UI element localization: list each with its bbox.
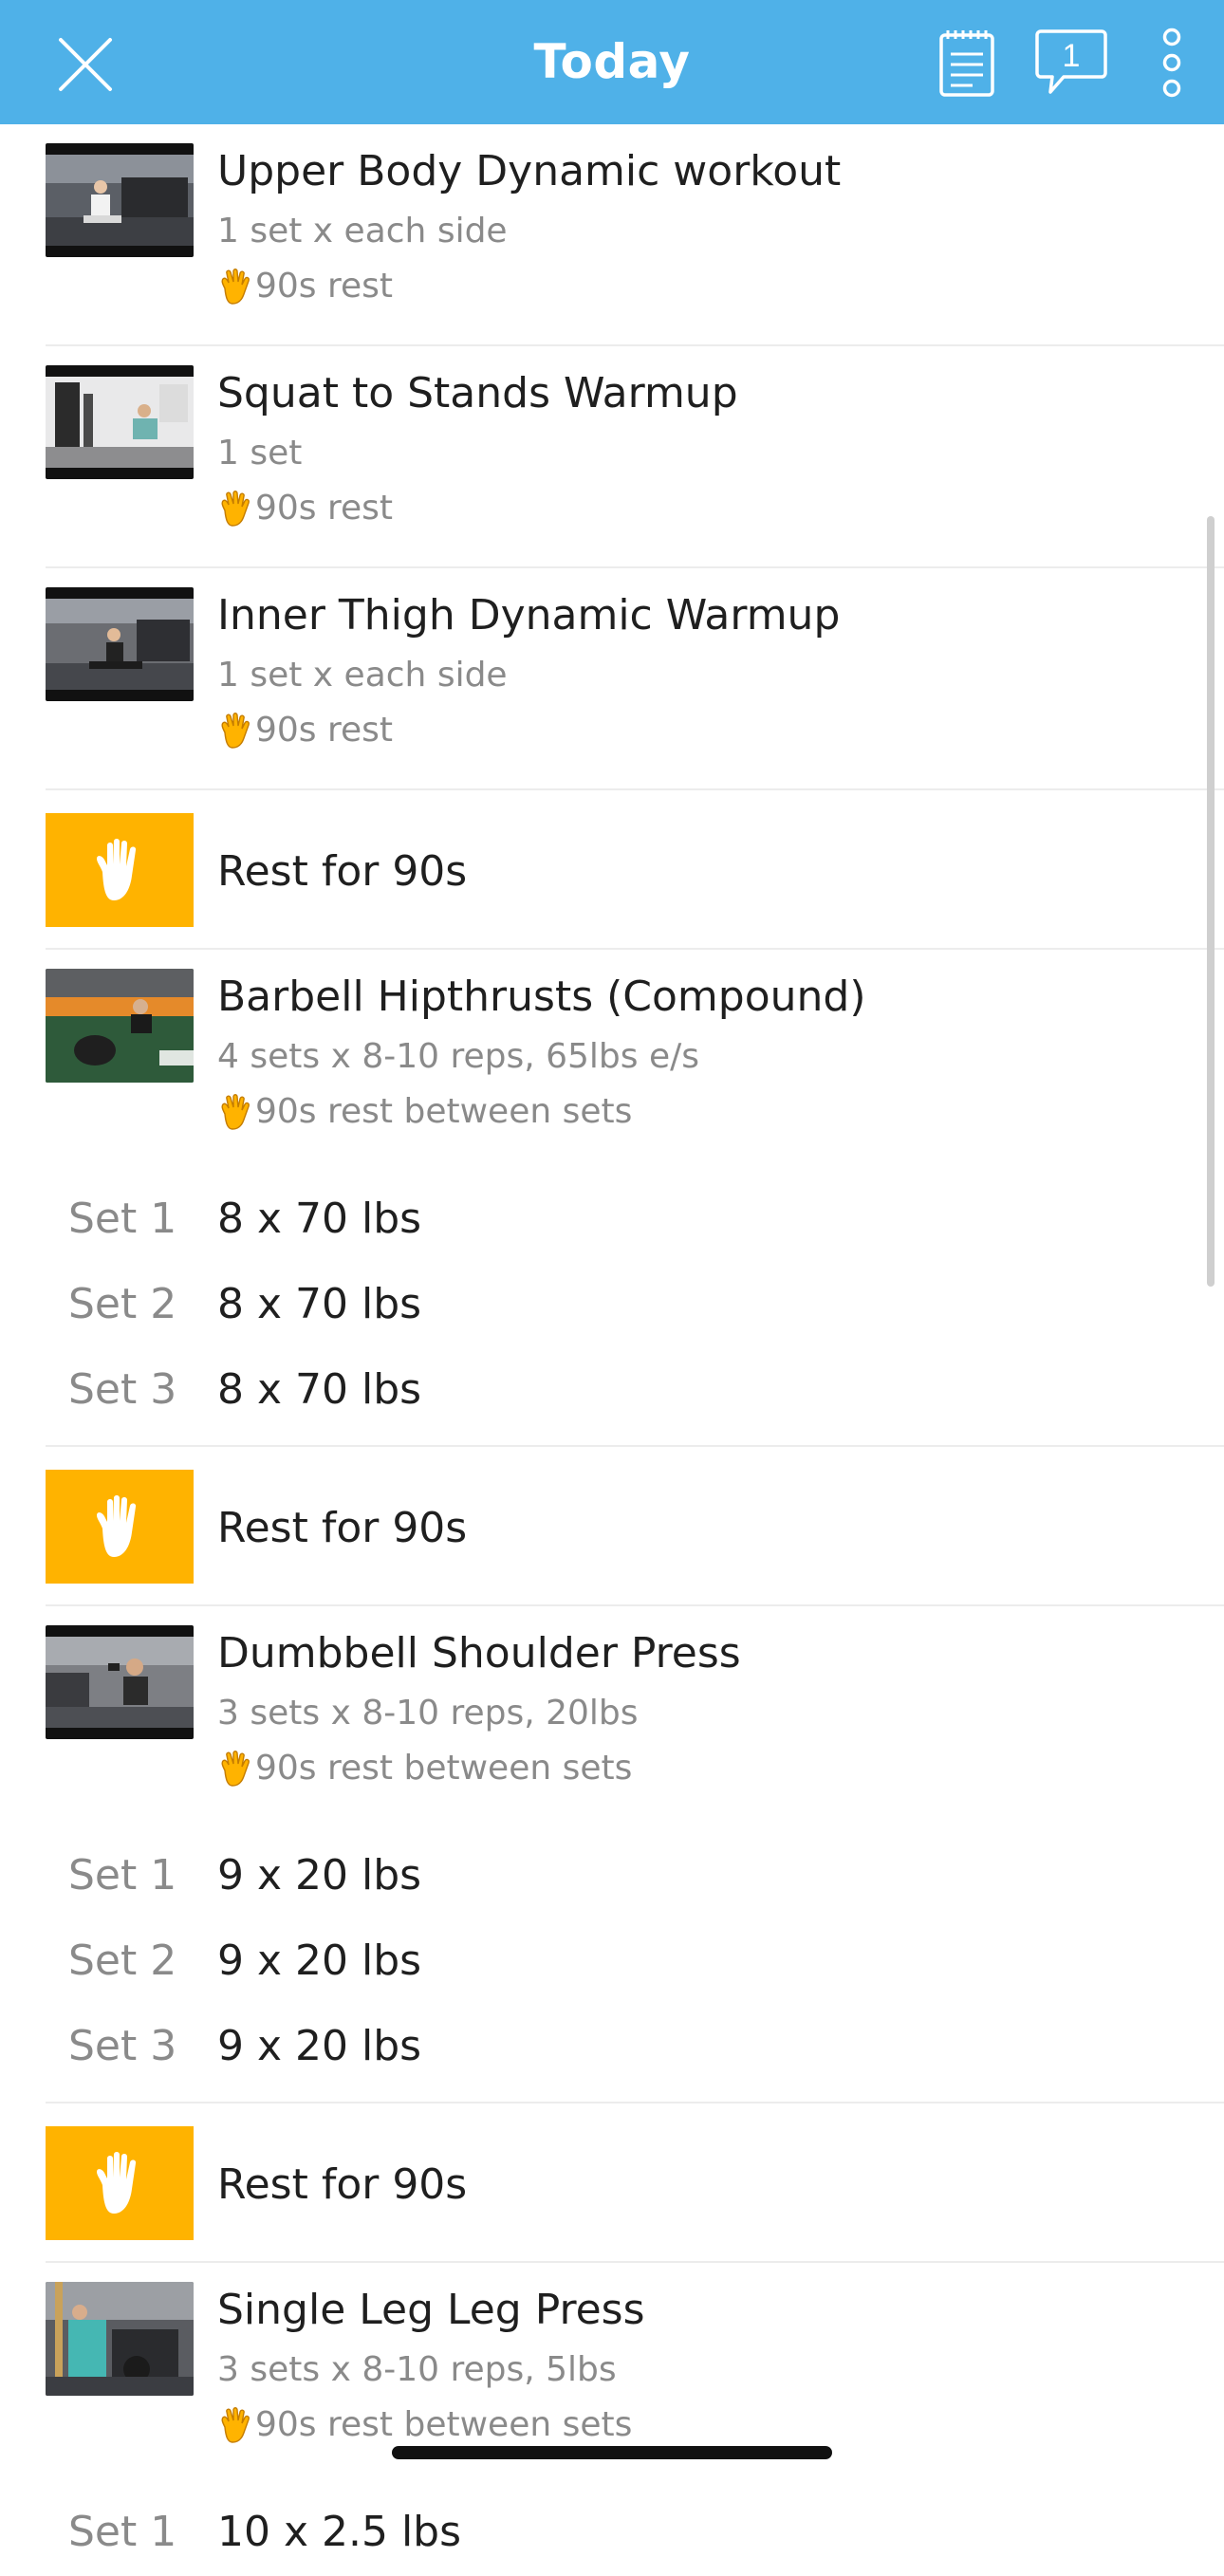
exercise-item[interactable]: Barbell Hipthrusts (Compound) 4 sets x 8… — [0, 950, 1224, 1177]
waving-hand-icon — [221, 268, 250, 305]
exercise-thumbnail[interactable] — [46, 1625, 194, 1739]
exercise-detail: 4 sets x 8-10 reps, 65lbs e/s — [217, 1037, 700, 1076]
set-value: 8 x 70 lbs — [217, 1195, 422, 1243]
set-row[interactable]: Set 1 8 x 70 lbs — [0, 1177, 1224, 1263]
exercise-rest-text: 90s rest — [255, 711, 394, 750]
rest-tile — [46, 2126, 194, 2240]
set-value: 8 x 70 lbs — [217, 1365, 422, 1414]
exercise-thumbnail[interactable] — [46, 2282, 194, 2396]
rest-item[interactable]: Rest for 90s — [0, 2103, 1224, 2263]
exercise-rest-text: 90s rest — [255, 267, 394, 306]
rest-item[interactable]: Rest for 90s — [0, 1447, 1224, 1606]
set-row[interactable]: Set 3 8 x 70 lbs — [0, 1348, 1224, 1434]
exercise-detail: 1 set x each side — [217, 656, 508, 695]
home-indicator[interactable] — [392, 2446, 832, 2459]
set-label: Set 2 — [68, 1280, 177, 1328]
set-row[interactable]: Set 2 8 x 70 lbs — [0, 1263, 1224, 1348]
top-bar: Today 1 — [0, 0, 1224, 124]
comment-count-badge: 1 — [1062, 38, 1081, 74]
exercise-rest: 90s rest — [217, 711, 393, 750]
set-value: 10 x 2.5 lbs — [217, 2508, 462, 2556]
exercise-name: Single Leg Leg Press — [217, 2286, 645, 2334]
set-value: 8 x 70 lbs — [217, 1280, 422, 1328]
rest-tile — [46, 1470, 194, 1584]
set-value: 9 x 20 lbs — [217, 1851, 422, 1900]
set-label: Set 1 — [68, 1195, 177, 1243]
comments-button[interactable]: 1 — [1029, 25, 1114, 101]
exercise-item[interactable]: Squat to Stands Warmup 1 set 90s rest — [0, 346, 1224, 568]
set-label: Set 3 — [68, 1365, 177, 1414]
hand-icon — [97, 2152, 137, 2214]
more-vertical-icon — [1162, 28, 1181, 98]
exercise-thumbnail[interactable] — [46, 587, 194, 701]
waving-hand-icon — [221, 1093, 250, 1130]
set-row[interactable]: Set 1 10 x 2.5 lbs — [0, 2491, 1224, 2576]
set-row[interactable]: Set 3 9 x 20 lbs — [0, 2005, 1224, 2090]
set-list: Set 1 8 x 70 lbs Set 2 8 x 70 lbs Set 3 … — [0, 1177, 1224, 1447]
set-label: Set 1 — [68, 1851, 177, 1900]
set-label: Set 3 — [68, 2022, 177, 2070]
exercise-thumbnail[interactable] — [46, 365, 194, 479]
rest-label: Rest for 90s — [217, 1504, 468, 1552]
waving-hand-icon — [221, 712, 250, 749]
workout-notes-button[interactable] — [932, 25, 1002, 101]
rest-label: Rest for 90s — [217, 2160, 468, 2209]
workout-list: Upper Body Dynamic workout 1 set x each … — [0, 124, 1224, 2576]
exercise-rest: 90s rest — [217, 267, 393, 306]
notepad-icon — [939, 30, 994, 97]
set-row[interactable]: Set 1 9 x 20 lbs — [0, 1834, 1224, 1919]
exercise-item[interactable]: Upper Body Dynamic workout 1 set x each … — [0, 124, 1224, 346]
exercise-detail: 1 set — [217, 434, 303, 473]
exercise-rest-text: 90s rest between sets — [255, 1092, 633, 1131]
exercise-item[interactable]: Inner Thigh Dynamic Warmup 1 set x each … — [0, 568, 1224, 790]
rest-item[interactable]: Rest for 90s — [0, 790, 1224, 950]
waving-hand-icon — [221, 1750, 250, 1787]
exercise-thumbnail[interactable] — [46, 969, 194, 1083]
exercise-detail: 1 set x each side — [217, 212, 508, 250]
exercise-rest: 90s rest between sets — [217, 2405, 632, 2444]
waving-hand-icon — [221, 490, 250, 527]
set-list: Set 1 10 x 2.5 lbs — [0, 2491, 1224, 2576]
set-label: Set 1 — [68, 2508, 177, 2556]
set-label: Set 2 — [68, 1937, 177, 1985]
scrollbar[interactable] — [1207, 516, 1215, 1287]
rest-label: Rest for 90s — [217, 847, 468, 896]
exercise-thumbnail[interactable] — [46, 143, 194, 257]
exercise-name: Upper Body Dynamic workout — [217, 147, 842, 195]
exercise-rest: 90s rest between sets — [217, 1092, 632, 1131]
exercise-rest: 90s rest — [217, 489, 393, 528]
hand-icon — [97, 1495, 137, 1557]
waving-hand-icon — [221, 2406, 250, 2443]
more-options-button[interactable] — [1139, 25, 1205, 101]
exercise-name: Dumbbell Shoulder Press — [217, 1629, 741, 1677]
rest-tile — [46, 813, 194, 927]
exercise-name: Barbell Hipthrusts (Compound) — [217, 973, 866, 1021]
set-value: 9 x 20 lbs — [217, 2022, 422, 2070]
set-list: Set 1 9 x 20 lbs Set 2 9 x 20 lbs Set 3 … — [0, 1834, 1224, 2103]
exercise-name: Squat to Stands Warmup — [217, 369, 738, 417]
hand-icon — [97, 839, 137, 900]
set-value: 9 x 20 lbs — [217, 1937, 422, 1985]
exercise-item[interactable]: Dumbbell Shoulder Press 3 sets x 8-10 re… — [0, 1606, 1224, 1834]
exercise-rest: 90s rest between sets — [217, 1749, 632, 1788]
exercise-name: Inner Thigh Dynamic Warmup — [217, 591, 841, 639]
set-row[interactable]: Set 2 9 x 20 lbs — [0, 1919, 1224, 2005]
exercise-rest-text: 90s rest between sets — [255, 2405, 633, 2444]
exercise-detail: 3 sets x 8-10 reps, 20lbs — [217, 1694, 639, 1733]
exercise-detail: 3 sets x 8-10 reps, 5lbs — [217, 2350, 617, 2389]
exercise-rest-text: 90s rest between sets — [255, 1749, 633, 1788]
exercise-rest-text: 90s rest — [255, 489, 394, 528]
